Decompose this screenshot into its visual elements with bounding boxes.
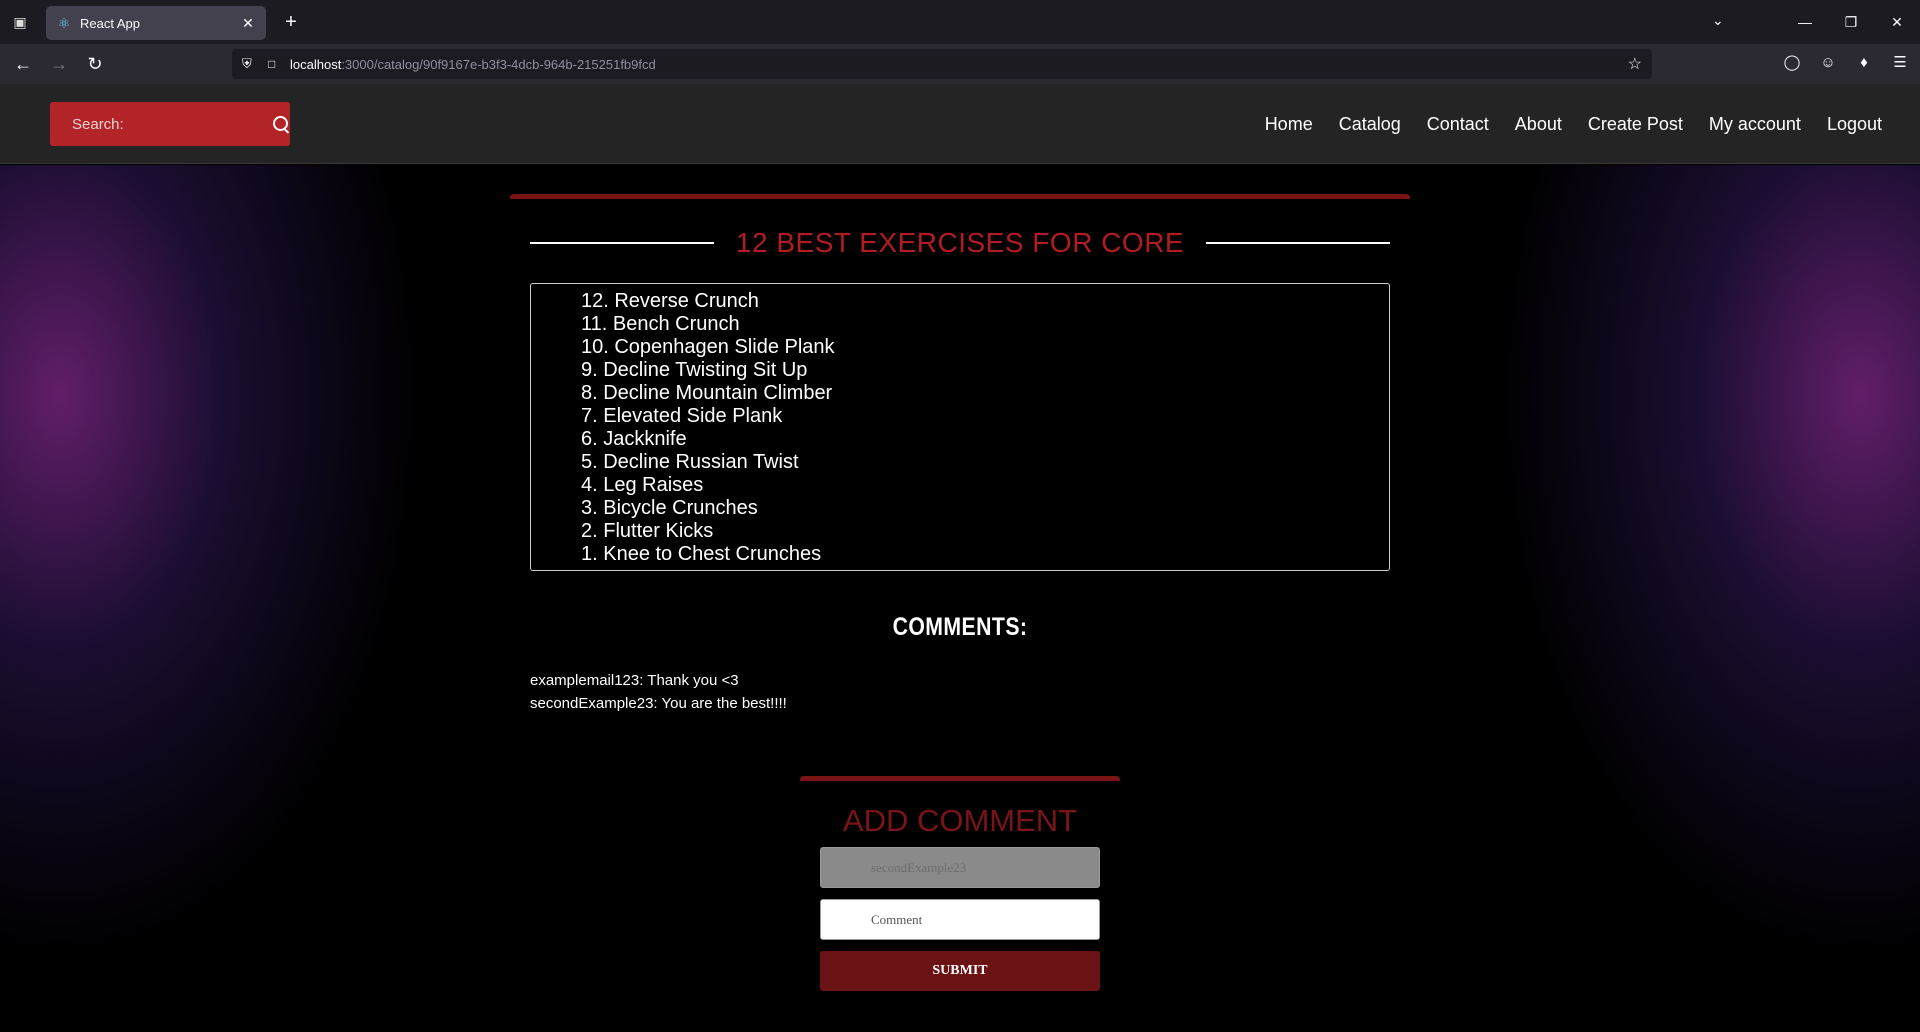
- list-item: 10. Copenhagen Slide Plank: [581, 336, 835, 358]
- page-icon[interactable]: □: [268, 57, 290, 71]
- list-item: 4. Leg Raises: [581, 474, 704, 496]
- new-tab-icon[interactable]: +: [280, 11, 302, 33]
- comments-list: examplemail123: Thank you <3 secondExamp…: [530, 669, 1390, 715]
- extensions-icon[interactable]: ♦: [1854, 53, 1874, 73]
- comment-item: secondExample23: You are the best!!!!: [530, 695, 787, 712]
- browser-tab-bar: ▣ ⚛ React App ✕ + ⌄ — ❐ ✕: [0, 0, 1920, 44]
- forward-icon[interactable]: →: [48, 54, 70, 76]
- site-header: Home Catalog Contact About Create Post M…: [0, 84, 1920, 164]
- bookmark-star-icon[interactable]: ☆: [1628, 54, 1642, 74]
- list-item: 12. Reverse Crunch: [581, 290, 759, 312]
- title-divider-left: [530, 242, 714, 244]
- minimize-icon[interactable]: —: [1782, 14, 1828, 30]
- search-box[interactable]: [50, 102, 290, 146]
- chevron-down-icon[interactable]: ⌄: [1712, 12, 1724, 29]
- toolbar-icons: ◯ ☺ ♦ ☰: [1782, 53, 1910, 73]
- url-text[interactable]: localhost:3000/catalog/90f9167e-b3f3-4dc…: [290, 57, 656, 72]
- menu-icon[interactable]: ☰: [1890, 53, 1910, 73]
- title-divider-right: [1206, 242, 1391, 244]
- url-path: :3000/catalog/90f9167e-b3f3-4dcb-964b-21…: [341, 56, 656, 72]
- url-bar[interactable]: ⛨ □ localhost:3000/catalog/90f9167e-b3f3…: [232, 49, 1652, 79]
- list-item: 9. Decline Twisting Sit Up: [581, 359, 808, 381]
- browser-nav-bar: ← → ↻ ⛨ □ localhost:3000/catalog/90f9167…: [0, 44, 1920, 84]
- restore-icon[interactable]: ❐: [1828, 14, 1874, 31]
- reload-icon[interactable]: ↻: [84, 54, 106, 76]
- post-card: 12 BEST EXERCISES FOR CORE 12. Reverse C…: [510, 194, 1410, 744]
- shield-icon[interactable]: ⛨: [242, 56, 260, 72]
- nav-logout[interactable]: Logout: [1827, 114, 1882, 135]
- back-icon[interactable]: ←: [12, 54, 34, 76]
- tab-list-icon[interactable]: ▣: [10, 12, 30, 32]
- search-input[interactable]: [72, 115, 271, 133]
- react-icon: ⚛: [57, 15, 71, 31]
- close-window-icon[interactable]: ✕: [1874, 14, 1920, 31]
- add-comment-form: ADD COMMENT SUBMIT: [800, 776, 1120, 996]
- list-item: 2. Flutter Kicks: [581, 520, 714, 542]
- list-item: 7. Elevated Side Plank: [581, 405, 783, 427]
- nav-home[interactable]: Home: [1265, 114, 1313, 135]
- add-comment-heading: ADD COMMENT: [842, 803, 1078, 838]
- post-title: 12 BEST EXERCISES FOR CORE: [735, 227, 1185, 258]
- url-host: localhost: [290, 56, 342, 72]
- account-icon[interactable]: ☺: [1818, 53, 1838, 73]
- tab-title: React App: [80, 15, 140, 31]
- list-item: 3. Bicycle Crunches: [581, 497, 758, 519]
- comments-heading: COMMENTS:: [892, 613, 1028, 641]
- post-body: 12. Reverse Crunch 11. Bench Crunch 10. …: [530, 283, 1390, 571]
- nav-my-account[interactable]: My account: [1709, 114, 1801, 135]
- list-item: 6. Jackknife: [581, 428, 687, 450]
- pocket-icon[interactable]: ◯: [1782, 53, 1802, 73]
- list-item: 8. Decline Mountain Climber: [581, 382, 833, 404]
- window-controls: — ❐ ✕: [1782, 0, 1920, 44]
- list-item: 5. Decline Russian Twist: [581, 451, 799, 473]
- username-field[interactable]: [820, 847, 1100, 888]
- browser-tab[interactable]: ⚛ React App ✕: [46, 6, 266, 40]
- nav-create-post[interactable]: Create Post: [1588, 114, 1683, 135]
- nav-contact[interactable]: Contact: [1427, 114, 1489, 135]
- comment-input[interactable]: [820, 899, 1100, 940]
- main-nav: Home Catalog Contact About Create Post M…: [1265, 114, 1882, 135]
- nav-about[interactable]: About: [1515, 114, 1562, 135]
- post-title-row: 12 BEST EXERCISES FOR CORE: [530, 223, 1391, 263]
- list-item: 1. Knee to Chest Crunches: [581, 543, 822, 565]
- comment-item: examplemail123: Thank you <3: [530, 672, 739, 689]
- submit-button[interactable]: SUBMIT: [820, 951, 1100, 991]
- close-tab-icon[interactable]: ✕: [240, 15, 256, 32]
- list-item: 11. Bench Crunch: [581, 313, 740, 335]
- nav-catalog[interactable]: Catalog: [1339, 114, 1401, 135]
